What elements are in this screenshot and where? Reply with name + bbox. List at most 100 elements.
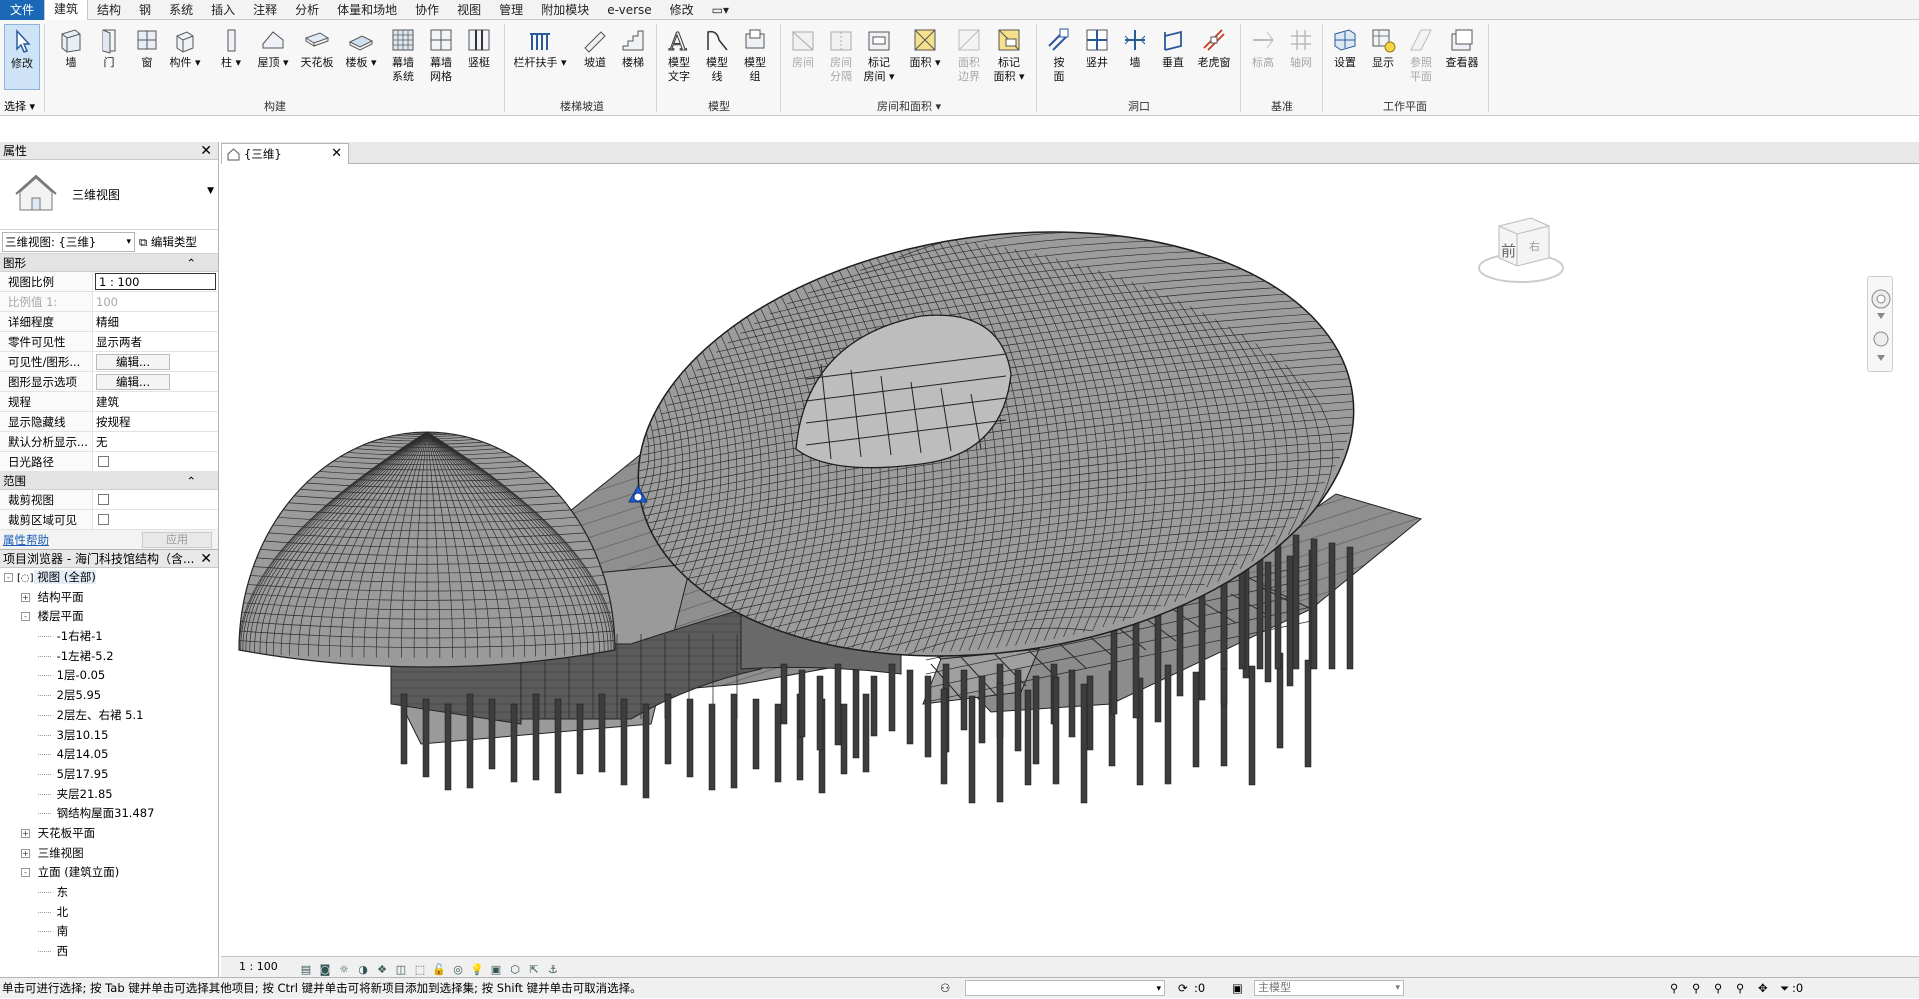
wall-button[interactable]: 墙 — [52, 24, 90, 90]
active-workset-dropdown[interactable]: ▾ — [965, 980, 1165, 996]
building-model[interactable] — [221, 164, 1919, 956]
property-row[interactable]: 详细程度 精细 — [0, 312, 218, 332]
apply-button[interactable]: 应用 — [142, 531, 212, 548]
browser-item[interactable]: 2层左、右裙 5.1 — [0, 706, 218, 726]
menu-tab-4[interactable]: 系统 — [160, 0, 202, 20]
floor-button[interactable]: 楼板 ▾ — [342, 24, 380, 90]
browser-item[interactable]: 南 — [0, 922, 218, 942]
property-row[interactable]: 图形显示选项 编辑... — [0, 372, 218, 392]
property-value[interactable]: 按规程 — [93, 412, 218, 431]
modify-button[interactable]: 修改 — [4, 24, 40, 90]
graphics-section-header[interactable]: 图形 ⌃ — [0, 254, 218, 272]
ref-plane-button[interactable]: 参照 平面 — [1402, 24, 1440, 90]
menu-tab-14[interactable]: 修改 — [661, 0, 703, 20]
menu-tab-13[interactable]: e-verse — [598, 0, 660, 20]
property-value[interactable]: 建筑 — [93, 392, 218, 411]
wall-opening-button[interactable]: 墙 — [1116, 24, 1154, 90]
select-dropdown[interactable]: 选择 ▾ — [4, 98, 35, 114]
browser-item[interactable]: - 楼层平面 — [0, 607, 218, 627]
browser-item[interactable]: 1层-0.05 — [0, 666, 218, 686]
filter-icon[interactable]: ⏷ — [1780, 978, 1789, 998]
tab-3d-view[interactable]: {三维} ✕ — [221, 143, 349, 164]
3d-viewport[interactable]: 前 右 — [221, 164, 1919, 956]
ceiling-button[interactable]: 天花板 — [296, 24, 338, 90]
window-button[interactable]: 窗 — [128, 24, 166, 90]
edit-type-button[interactable]: ⧉ 编辑类型 — [139, 234, 197, 250]
menu-tab-11[interactable]: 管理 — [490, 0, 532, 20]
browser-item[interactable]: 4层14.05 — [0, 745, 218, 765]
property-row[interactable]: 比例值 1: 100 — [0, 292, 218, 312]
property-row[interactable]: 裁剪视图 — [0, 490, 218, 510]
browser-item[interactable]: + 结构平面 — [0, 588, 218, 608]
select-pinned-icon[interactable]: ⚲ — [1714, 978, 1722, 998]
model-text-button[interactable]: A 模型 文字 — [660, 24, 698, 90]
browser-item[interactable]: - [◌] 视图 (全部) — [0, 568, 218, 588]
collapse-icon[interactable]: - — [21, 612, 30, 622]
property-value[interactable]: 无 — [93, 432, 218, 451]
property-row[interactable]: 零件可见性 显示两者 — [0, 332, 218, 352]
room-button[interactable]: 房间 — [784, 24, 822, 90]
ramp-button[interactable]: 坡道 — [576, 24, 614, 90]
curtain-grid-button[interactable]: 幕墙 网格 — [422, 24, 460, 90]
select-by-face-icon[interactable]: ⚲ — [1736, 978, 1744, 998]
property-value[interactable]: 精细 — [93, 312, 218, 331]
browser-item[interactable]: 钢结构屋面31.487 — [0, 804, 218, 824]
property-value[interactable]: 编辑... — [93, 352, 218, 371]
property-value[interactable] — [93, 510, 218, 529]
view-scale[interactable]: 1 : 100 — [239, 957, 278, 977]
expand-icon[interactable]: + — [21, 828, 30, 838]
menu-tab-0[interactable]: 文件 — [0, 0, 45, 20]
dormer-button[interactable]: 老虎窗 — [1192, 24, 1236, 90]
select-links-icon[interactable]: ⚲ — [1670, 978, 1678, 998]
select-underlay-icon[interactable]: ⚲ — [1692, 978, 1700, 998]
menu-tab-8[interactable]: 体量和场地 — [328, 0, 406, 20]
collapse-icon[interactable]: - — [4, 573, 13, 582]
menu-tab-6[interactable]: 注释 — [244, 0, 286, 20]
opening-by-face-button[interactable]: 按面 — [1040, 24, 1078, 90]
property-row[interactable]: 视图比例 1 : 100 — [0, 272, 218, 292]
edit-button[interactable]: 编辑... — [96, 354, 170, 370]
menu-tab-1[interactable]: 建筑 — [44, 0, 89, 20]
room-area-panel-label[interactable]: 房间和面积 ▾ — [784, 98, 1034, 114]
checkbox[interactable] — [98, 494, 109, 505]
viewcube[interactable]: 前 右 — [1471, 206, 1571, 296]
set-workplane-button[interactable]: 设置 — [1326, 24, 1364, 90]
property-value[interactable]: 显示两者 — [93, 332, 218, 351]
browser-item[interactable]: -1左裙-5.2 — [0, 647, 218, 667]
browser-item[interactable]: 2层5.95 — [0, 686, 218, 706]
browser-item[interactable]: 西 — [0, 942, 218, 962]
main-model-dropdown[interactable]: 主模型 ▾ — [1254, 980, 1404, 996]
menu-tab-9[interactable]: 协作 — [406, 0, 448, 20]
property-row[interactable]: 默认分析显示... 无 — [0, 432, 218, 452]
menu-tab-10[interactable]: 视图 — [448, 0, 490, 20]
menu-tab-7[interactable]: 分析 — [286, 0, 328, 20]
model-group-button[interactable]: 模型组 — [736, 24, 774, 90]
expand-icon[interactable]: + — [21, 848, 30, 858]
level-button[interactable]: 标高 — [1244, 24, 1282, 90]
stair-button[interactable]: 楼梯 — [614, 24, 652, 90]
mullion-button[interactable]: 竖梃 — [460, 24, 498, 90]
railing-button[interactable]: 栏杆扶手 ▾ — [512, 24, 568, 90]
worksets-icon[interactable]: ⚇ — [940, 978, 950, 998]
property-row[interactable]: 日光路径 — [0, 452, 218, 472]
viewer-button[interactable]: 查看器 — [1440, 24, 1484, 90]
close-icon[interactable]: ✕ — [200, 550, 212, 568]
menu-tab-5[interactable]: 插入 — [202, 0, 244, 20]
shaft-button[interactable]: 竖井 — [1078, 24, 1116, 90]
grid-button[interactable]: 轴网 — [1282, 24, 1320, 90]
browser-item[interactable]: 北 — [0, 903, 218, 923]
area-button[interactable]: 面积 ▾ — [906, 24, 944, 90]
browser-item[interactable]: -1右裙-1 — [0, 627, 218, 647]
menu-tab-2[interactable]: 结构 — [88, 0, 130, 20]
close-icon[interactable]: ✕ — [331, 144, 342, 164]
vertical-opening-button[interactable]: 垂直 — [1154, 24, 1192, 90]
show-workplane-button[interactable]: 显示 — [1364, 24, 1402, 90]
component-button[interactable]: 构件 ▾ — [166, 24, 204, 90]
area-boundary-button[interactable]: 面积 边界 — [950, 24, 988, 90]
property-value[interactable]: 编辑... — [93, 372, 218, 391]
property-row[interactable]: 裁剪区域可见 — [0, 510, 218, 530]
model-line-button[interactable]: 模型线 — [698, 24, 736, 90]
tag-room-button[interactable]: 标记 房间 ▾ — [860, 24, 898, 90]
type-selector[interactable]: 三维视图 ▼ — [0, 160, 218, 230]
view-instance-selector[interactable]: 三维视图: {三维} ▾ — [2, 231, 135, 252]
